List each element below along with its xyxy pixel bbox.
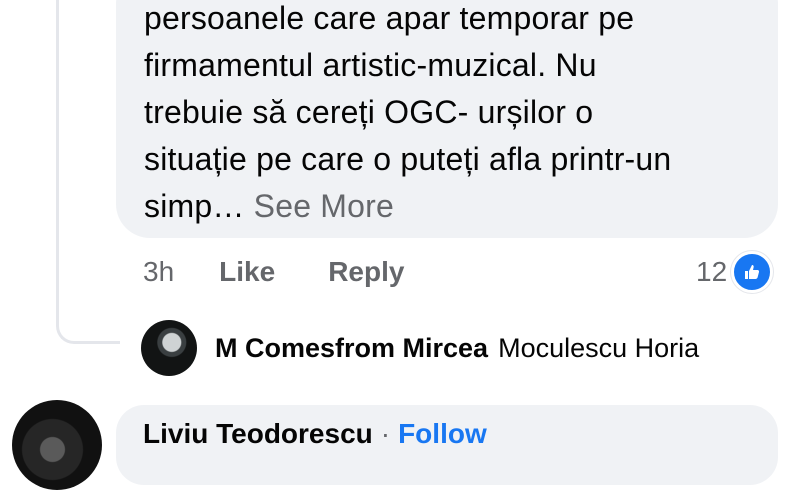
reply-button[interactable]: Reply bbox=[328, 256, 404, 288]
comment-line: persoanele care apar temporar pe bbox=[144, 0, 635, 36]
comment-line: trebuie să cereți OGC- urșilor o bbox=[144, 94, 594, 130]
comment-truncated-text: simp… bbox=[144, 188, 245, 224]
comment-timestamp[interactable]: 3h bbox=[143, 256, 174, 288]
see-more-link[interactable]: See More bbox=[254, 188, 394, 224]
avatar[interactable] bbox=[141, 320, 197, 376]
avatar[interactable] bbox=[12, 400, 102, 490]
comment-header: Liviu Teodorescu · Follow bbox=[143, 418, 487, 450]
comment-last-line: simp… See More bbox=[144, 183, 671, 230]
thread-connector-line bbox=[56, 0, 120, 344]
comment-line: firmamentul artistic-muzical. Nu bbox=[144, 47, 597, 83]
separator-dot: · bbox=[380, 418, 391, 449]
reply-tagged-name: Moculescu Horia bbox=[498, 332, 700, 363]
comment-text: persoanele care apar temporar pe firmame… bbox=[144, 0, 671, 230]
like-button[interactable]: Like bbox=[219, 256, 275, 288]
comment-actions: 3h Like Reply bbox=[143, 252, 404, 292]
follow-button[interactable]: Follow bbox=[398, 418, 487, 450]
reaction-count: 12 bbox=[696, 256, 728, 287]
reply-author-name[interactable]: M Comesfrom Mircea bbox=[215, 333, 488, 364]
reaction-summary[interactable]: 12 bbox=[696, 251, 774, 293]
reply-preview[interactable]: M Comesfrom Mircea Moculescu Horia bbox=[141, 320, 699, 376]
comment-line: situație pe care o puteți afla printr-un bbox=[144, 141, 672, 177]
comment-bubble: persoanele care apar temporar pe firmame… bbox=[116, 0, 778, 238]
thumbs-up-icon bbox=[731, 251, 774, 293]
comment-author-name[interactable]: Liviu Teodorescu bbox=[143, 418, 373, 450]
